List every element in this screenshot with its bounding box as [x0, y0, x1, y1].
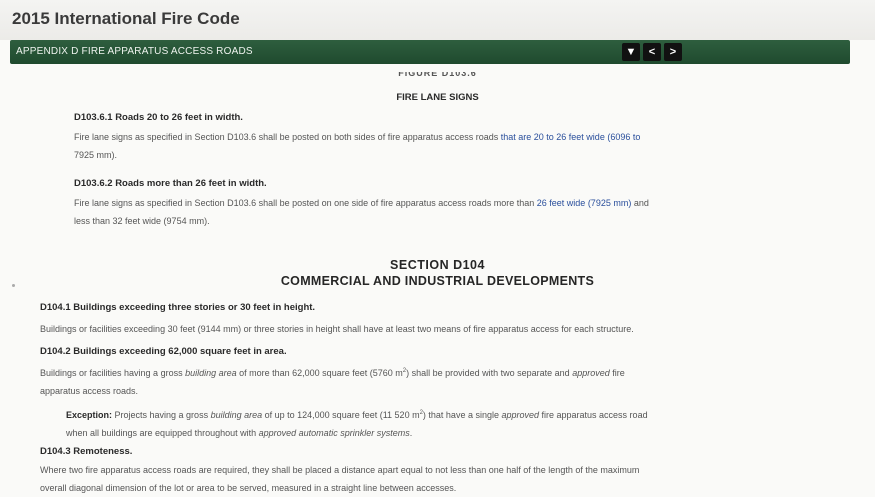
text: . — [409, 428, 413, 438]
figure-title: FIRE LANE SIGNS — [396, 92, 479, 103]
text-link[interactable]: that are 20 to 26 feet wide (6096 to — [501, 132, 641, 142]
paragraph-d103-6-2: Fire lane signs as specified in Section … — [74, 194, 864, 230]
bullet-dot — [12, 284, 15, 287]
text: fire — [609, 368, 625, 378]
section-heading-d103-6-2: D103.6.2 Roads more than 26 feet in widt… — [74, 178, 267, 189]
text: ) shall be provided with two separate an… — [406, 368, 573, 378]
app-header: 2015 International Fire Code — [0, 0, 875, 40]
text: overall diagonal dimension of the lot or… — [40, 483, 457, 493]
defined-term: building area — [185, 368, 237, 378]
text: of up to 124,000 square feet (11 520 m — [262, 410, 420, 420]
defined-term: approved — [501, 410, 540, 420]
defined-term: approved automatic sprinkler systems — [258, 428, 410, 438]
text: of more than 62,000 square feet (5760 m — [236, 368, 403, 378]
section-heading-d103-6-1: D103.6.1 Roads 20 to 26 feet in width. — [74, 112, 243, 123]
paragraph-d104-3: Where two fire apparatus access roads ar… — [40, 443, 875, 497]
figure-label: FIGURE D103.6 — [398, 68, 477, 78]
text-link[interactable]: 26 feet wide (7925 mm) — [537, 198, 632, 208]
paragraph-d104-2: Buildings or facilities having a gross b… — [40, 362, 870, 400]
chevron-right-icon[interactable]: > — [664, 43, 682, 61]
paragraph-d104-1: Buildings or facilities exceeding 30 fee… — [40, 324, 634, 334]
section-title: COMMERCIAL AND INDUSTRIAL DEVELOPMENTS — [280, 274, 595, 288]
section-heading-d104-1: D104.1 Buildings exceeding three stories… — [40, 302, 316, 313]
exception-label: Exception: — [66, 410, 113, 420]
defined-term: approved — [572, 368, 610, 378]
paragraph-d103-6-1: Fire lane signs as specified in Section … — [74, 128, 864, 164]
text: fire apparatus access road — [539, 410, 648, 420]
text: Where two fire apparatus access roads ar… — [40, 465, 640, 475]
section-number: SECTION D104 — [390, 258, 485, 272]
text: Projects having a gross — [112, 410, 211, 420]
text: Fire lane signs as specified in Section … — [74, 198, 537, 208]
text: when all buildings are equipped througho… — [66, 428, 259, 438]
chapter-bar[interactable]: APPENDIX D FIRE APPARATUS ACCESS ROADS ▼… — [10, 40, 850, 64]
section-heading-d104-2: D104.2 Buildings exceeding 62,000 square… — [40, 346, 287, 357]
text: Buildings or facilities having a gross — [40, 368, 186, 378]
text: less than 32 feet wide (9754 mm). — [74, 216, 210, 226]
text: apparatus access roads. — [40, 386, 139, 396]
caret-down-icon[interactable]: ▼ — [622, 43, 640, 61]
exception-paragraph: Exception: Projects having a gross build… — [66, 404, 866, 442]
defined-term: building area — [210, 410, 263, 420]
text: ) that have a single — [422, 410, 502, 420]
text: Fire lane signs as specified in Section … — [74, 132, 501, 142]
chevron-left-icon[interactable]: < — [643, 43, 661, 61]
text: 7925 mm). — [74, 150, 118, 160]
text: and — [631, 198, 649, 208]
chapter-title[interactable]: APPENDIX D FIRE APPARATUS ACCESS ROADS — [16, 46, 253, 57]
book-title: 2015 International Fire Code — [12, 9, 240, 28]
